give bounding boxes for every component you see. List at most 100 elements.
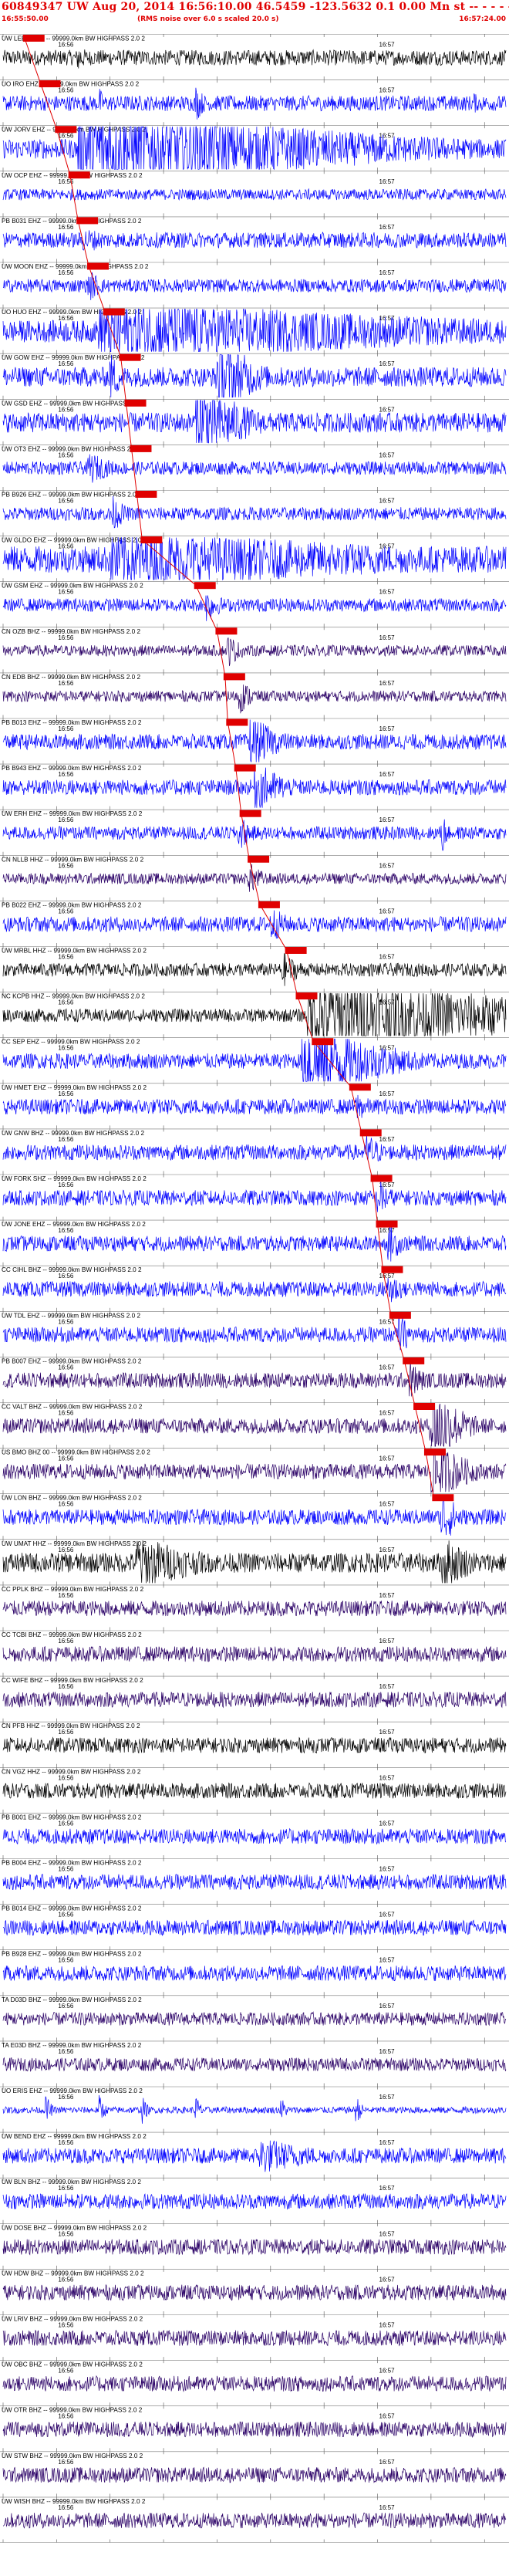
waveform bbox=[2, 637, 507, 667]
time-axis-label: 16:56 bbox=[58, 2230, 74, 2237]
pick-marker bbox=[76, 217, 99, 225]
pick-marker bbox=[349, 1083, 371, 1091]
waveform bbox=[2, 2238, 507, 2256]
time-axis-label: 16:56 bbox=[58, 498, 74, 505]
time-axis-label: 16:57 bbox=[379, 178, 396, 185]
pick-marker bbox=[432, 1494, 454, 1502]
waveform bbox=[2, 2140, 507, 2172]
waveform bbox=[2, 2011, 507, 2027]
time-axis-label: 16:56 bbox=[58, 224, 74, 231]
pick-marker bbox=[130, 445, 152, 452]
time-axis-label: 16:56 bbox=[58, 725, 74, 732]
time-axis-label: 16:56 bbox=[58, 999, 74, 1006]
time-axis-label: 16:57 bbox=[379, 1729, 396, 1736]
time-axis-label: 16:56 bbox=[58, 1501, 74, 1508]
waveform bbox=[2, 2421, 507, 2439]
waveform bbox=[2, 2284, 507, 2301]
time-axis-label: 16:56 bbox=[58, 2185, 74, 2192]
pick-marker bbox=[295, 992, 318, 1000]
time-axis-label: 16:56 bbox=[58, 269, 74, 276]
pick-marker bbox=[140, 536, 163, 544]
waveform bbox=[2, 188, 507, 201]
pick-marker bbox=[423, 1449, 446, 1456]
pick-marker bbox=[312, 1038, 334, 1046]
waveform bbox=[2, 1315, 507, 1351]
time-axis-label: 16:57 bbox=[379, 2504, 396, 2511]
time-axis-label: 16:57 bbox=[379, 908, 396, 914]
time-axis-label: 16:57 bbox=[379, 498, 396, 505]
pick-marker bbox=[403, 1357, 425, 1364]
time-axis-label: 16:57 bbox=[379, 1683, 396, 1690]
time-axis-label: 16:56 bbox=[58, 1136, 74, 1143]
pick-marker bbox=[68, 171, 90, 179]
waveform bbox=[2, 495, 507, 529]
time-axis-label: 16:56 bbox=[58, 2139, 74, 2146]
pick-marker bbox=[215, 627, 238, 635]
waveform bbox=[2, 2192, 507, 2210]
pick-marker bbox=[135, 491, 157, 498]
time-axis-label: 16:56 bbox=[58, 1410, 74, 1417]
waveform bbox=[2, 2512, 507, 2529]
pick-marker bbox=[39, 80, 61, 88]
time-axis-label: 16:57 bbox=[379, 1410, 396, 1417]
time-axis-label: 16:56 bbox=[58, 771, 74, 778]
time-axis-label: 16:57 bbox=[379, 1364, 396, 1371]
time-axis-label: 16:57 bbox=[379, 2185, 396, 2192]
time-axis-label: 16:56 bbox=[58, 862, 74, 869]
waveform bbox=[2, 910, 507, 939]
time-axis-label: 16:56 bbox=[58, 451, 74, 458]
waveform bbox=[2, 1827, 507, 1845]
pick-marker bbox=[86, 262, 109, 270]
time-axis-label: 16:57 bbox=[379, 1045, 396, 1052]
trace-label: UW FORK SHZ -- 99999.0km BW HIGHPASS 2.0… bbox=[2, 1175, 147, 1182]
time-axis-label: 16:57 bbox=[379, 725, 396, 732]
time-axis-label: 16:57 bbox=[379, 680, 396, 687]
time-axis-label: 16:57 bbox=[379, 771, 396, 778]
time-axis-label: 16:57 bbox=[379, 954, 396, 961]
time-axis-label: 16:56 bbox=[58, 954, 74, 961]
waveform bbox=[2, 1874, 507, 1891]
time-axis-label: 16:57 bbox=[379, 451, 396, 458]
trace-label: UW UMAT HHZ -- 99999.0km BW HIGHPASS 2.0… bbox=[2, 1540, 147, 1547]
time-axis-label: 16:56 bbox=[58, 2459, 74, 2466]
waveform bbox=[2, 2375, 507, 2392]
pick-marker bbox=[359, 1129, 382, 1137]
pick-marker bbox=[239, 810, 261, 817]
time-axis-label: 16:57 bbox=[379, 1547, 396, 1553]
time-axis-label: 16:57 bbox=[379, 1273, 396, 1280]
time-axis-label: 16:56 bbox=[58, 2094, 74, 2101]
time-axis-label: 16:56 bbox=[58, 1683, 74, 1690]
seismogram-plot: UW LEBA HHZ -- 99999.0km BW HIGHPASS 2.0… bbox=[0, 34, 509, 2543]
pick-marker bbox=[103, 308, 125, 316]
time-axis-label: 16:57 bbox=[379, 2459, 396, 2466]
waveform bbox=[2, 1224, 507, 1262]
waveform bbox=[2, 2094, 507, 2124]
waveform bbox=[2, 1496, 507, 1536]
time-axis-label: 16:56 bbox=[58, 2504, 74, 2511]
pick-marker bbox=[119, 353, 141, 361]
pick-marker bbox=[413, 1403, 436, 1410]
time-axis-label: 16:57 bbox=[379, 1820, 396, 1827]
pick-marker bbox=[389, 1311, 411, 1319]
time-axis-label: 16:56 bbox=[58, 133, 74, 140]
time-axis-label: 16:56 bbox=[58, 1273, 74, 1280]
trace-label: UW HMET EHZ -- 99999.0km BW HIGHPASS 2.0… bbox=[2, 1084, 147, 1091]
time-axis-label: 16:56 bbox=[58, 1455, 74, 1462]
time-axis-label: 16:57 bbox=[379, 2094, 396, 2101]
waveform bbox=[2, 1600, 507, 1617]
trace-label: UW JONE EHZ -- 99999.0km BW HIGHPASS 2.0… bbox=[2, 1221, 146, 1228]
waveform bbox=[2, 2466, 507, 2483]
time-axis-label: 16:57 bbox=[379, 133, 396, 140]
time-axis-label: 16:57 bbox=[379, 1090, 396, 1097]
time-axis-label: 16:57 bbox=[379, 2413, 396, 2420]
time-axis-label: 16:56 bbox=[58, 42, 74, 49]
waveform bbox=[2, 49, 507, 69]
time-axis-label: 16:56 bbox=[58, 816, 74, 823]
time-axis-label: 16:56 bbox=[58, 87, 74, 94]
time-axis-label: 16:56 bbox=[58, 2368, 74, 2375]
time-axis-label: 16:56 bbox=[58, 360, 74, 367]
time-axis-label: 16:56 bbox=[58, 543, 74, 550]
trace-label: UW DOSE BHZ -- 99999.0km BW HIGHPASS 2.0… bbox=[2, 2224, 147, 2231]
waveform bbox=[2, 685, 507, 714]
pick-marker bbox=[223, 673, 245, 681]
